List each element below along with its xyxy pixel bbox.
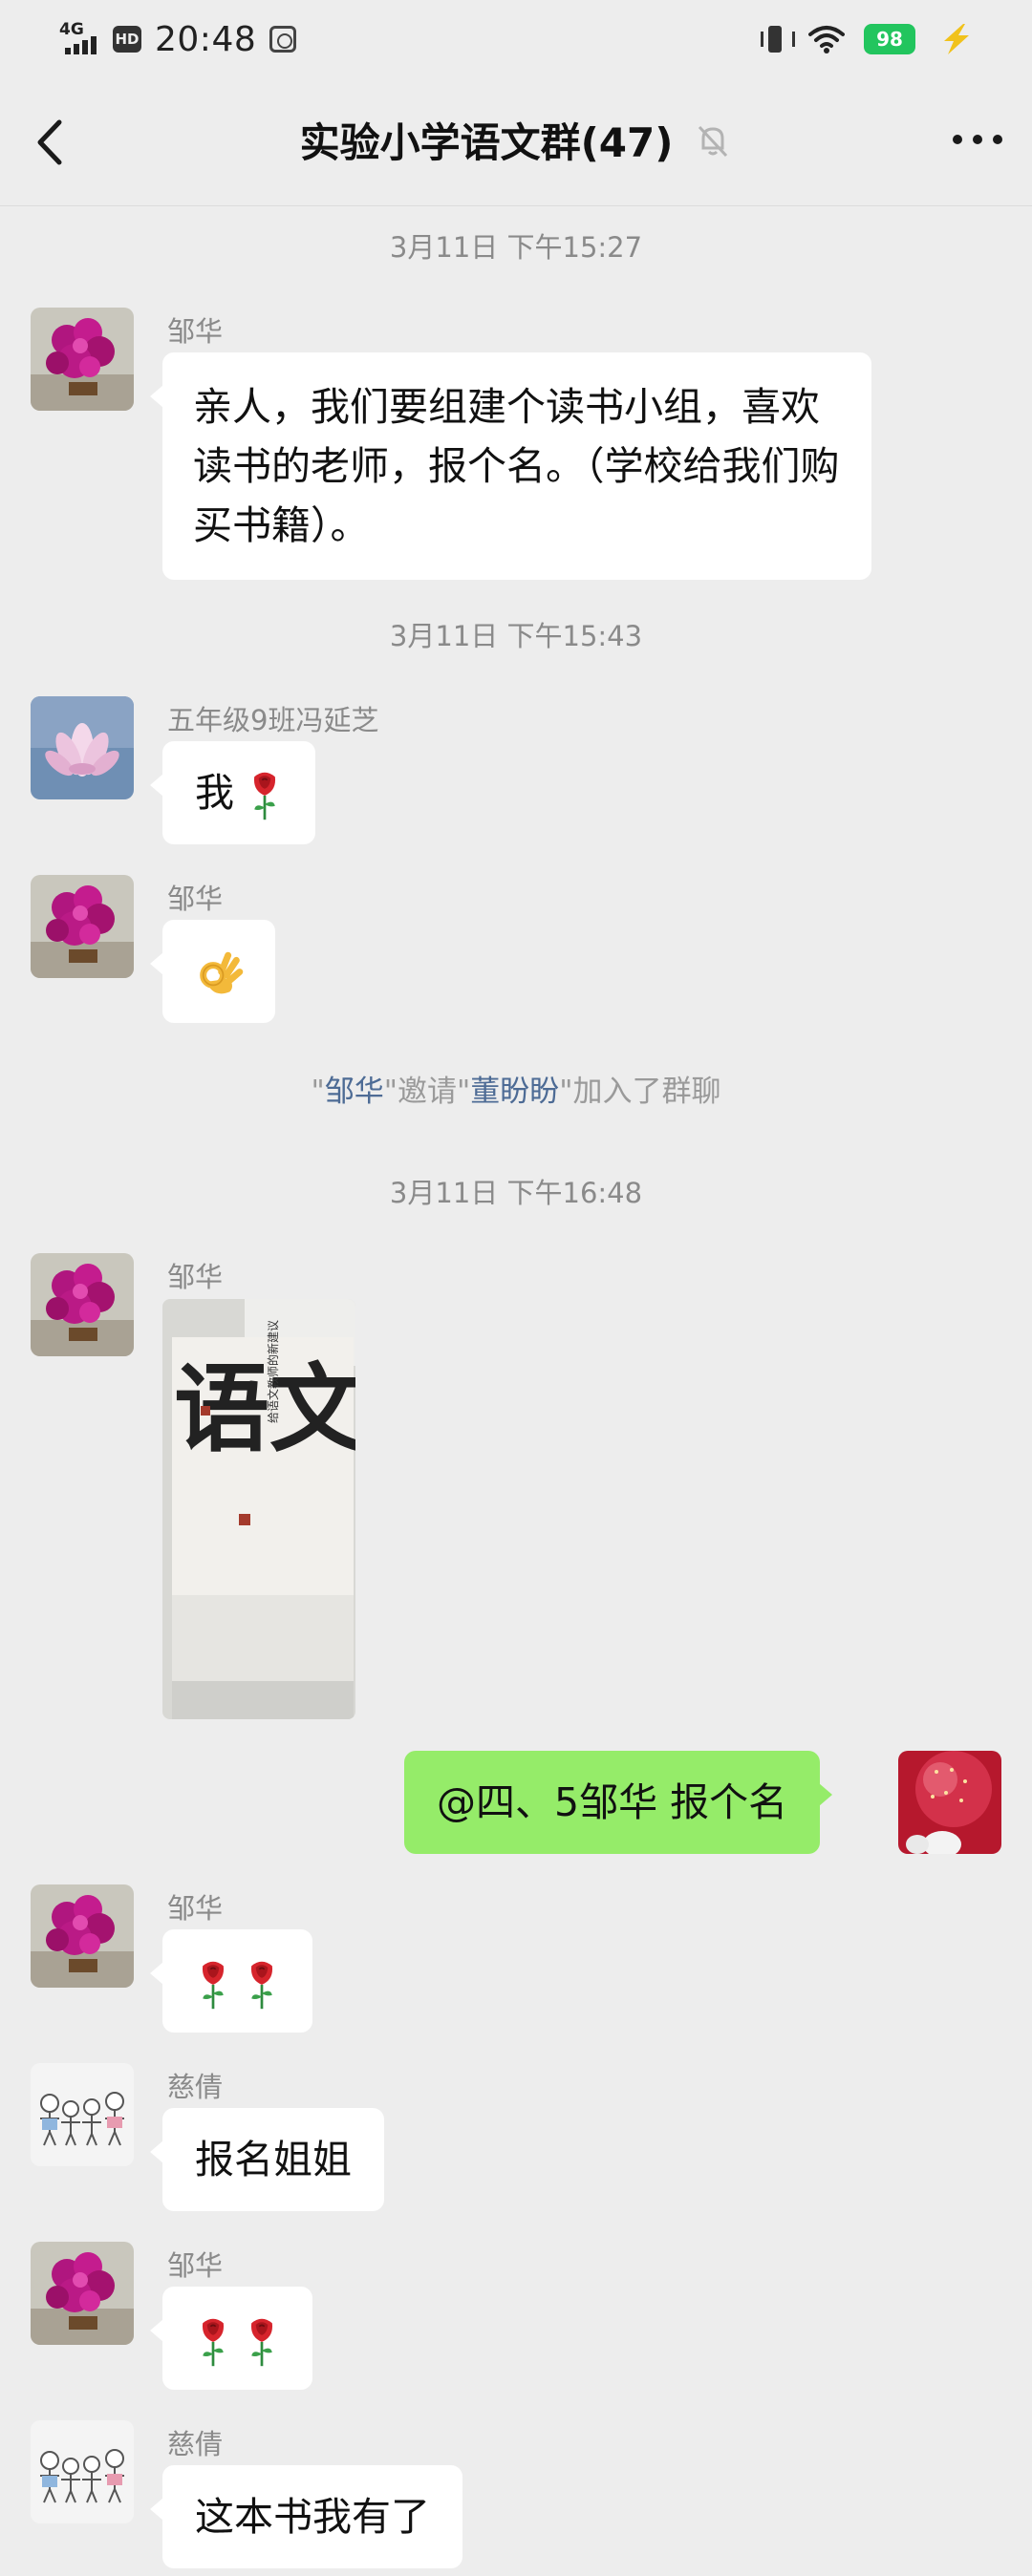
message-bubble[interactable]: 这本书我有了 (150, 2465, 462, 2568)
message-bubble[interactable]: 报名姐姐 (150, 2108, 384, 2211)
more-dots-icon[interactable] (944, 120, 1011, 159)
message-bubble[interactable]: 我 (149, 741, 316, 844)
mute-bell-icon (699, 125, 728, 157)
cellular-signal-icon: 4G (55, 20, 103, 58)
rose-emoji (195, 2316, 231, 2368)
message-bubble-self[interactable]: @四、5邹华 报个名 (404, 1751, 833, 1854)
wifi-icon (808, 26, 845, 53)
rose-emoji (247, 770, 283, 821)
inviter-name[interactable]: 邹华 (325, 1075, 384, 1109)
message-bubble[interactable] (149, 2287, 313, 2390)
timestamp: 3月11日 下午16:48 (389, 1177, 643, 1209)
avatar-orchid[interactable] (31, 1884, 134, 1988)
sender-name: 慈倩 (167, 2071, 224, 2103)
system-message: "邹华"邀请"董盼盼"加入了群聊 (311, 1075, 721, 1109)
avatar-kids[interactable] (31, 2063, 134, 2166)
sender-name: 慈倩 (167, 2428, 224, 2460)
status-time: 20:48 (155, 19, 257, 59)
chat-title: 实验小学语文群(47) (299, 119, 674, 166)
sender-name: 邹华 (167, 1892, 224, 1925)
ok-hand-emoji (195, 947, 245, 1003)
message-bubble[interactable] (149, 1929, 313, 2033)
rose-emoji (195, 1959, 231, 2011)
rose-emoji (244, 1959, 280, 2011)
chat-header: 实验小学语文群(47) (0, 78, 1032, 206)
sender-name: 邹华 (167, 1261, 224, 1293)
charging-icon (944, 24, 969, 54)
avatar-orchid[interactable] (31, 2242, 134, 2345)
sender-name: 邹华 (167, 315, 224, 348)
message-bubble[interactable]: 亲人，我们要组建个读书小组，喜欢读书的老师，报个名。（学校给我们购买书籍）。 (150, 352, 871, 580)
avatar-self[interactable] (898, 1751, 1001, 1854)
rose-emoji (244, 2316, 280, 2368)
message-bubble[interactable] (150, 920, 275, 1023)
message-text: 我 (195, 770, 234, 816)
avatar-lotus[interactable] (31, 696, 134, 799)
sender-name: 邹华 (167, 883, 224, 915)
timestamp: 3月11日 下午15:27 (389, 231, 643, 264)
avatar-orchid[interactable] (31, 875, 134, 978)
invitee-name[interactable]: 董盼盼 (470, 1075, 559, 1109)
battery-indicator: 98 (864, 24, 915, 54)
screenshot-icon (269, 26, 297, 53)
hd-icon: HD (113, 26, 141, 53)
photo-message[interactable]: 语文 给语文教师的新建议 (162, 1299, 355, 1719)
status-bar: 4G HD 20:48 98 (0, 0, 1032, 78)
avatar-orchid[interactable] (31, 1253, 134, 1356)
sender-name: 邹华 (167, 2249, 224, 2282)
vibrate-icon (761, 22, 795, 56)
avatar-kids[interactable] (31, 2420, 134, 2523)
photo-cover-subtitle: 给语文教师的新建议 (266, 1320, 280, 1423)
timestamp: 3月11日 下午15:43 (389, 620, 643, 652)
sender-name: 五年级9班冯延芝 (167, 704, 379, 736)
avatar-orchid[interactable] (31, 308, 134, 411)
